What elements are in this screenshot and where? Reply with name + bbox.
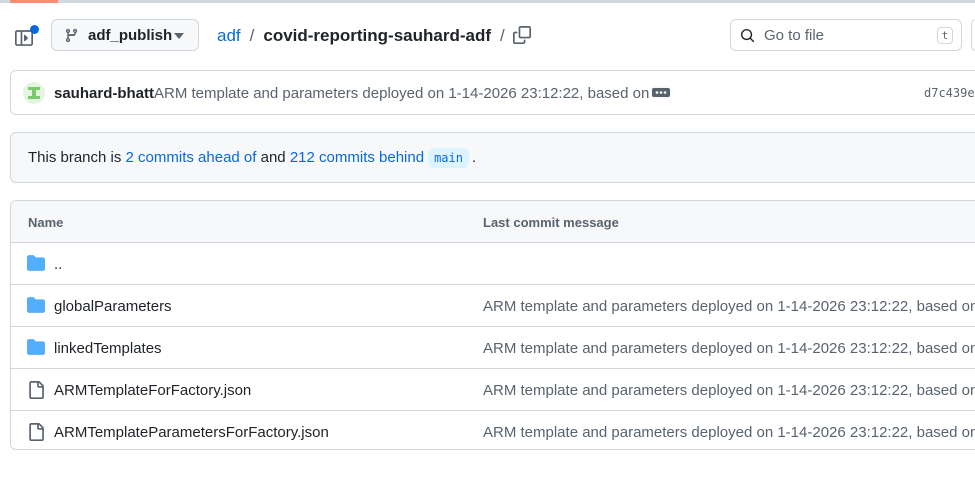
folder-icon	[27, 297, 45, 313]
table-header: Name Last commit message	[11, 201, 975, 243]
search-shortcut-key: t	[937, 27, 953, 44]
file-name-link[interactable]: ARMTemplateForFactory.json	[54, 382, 251, 399]
file-commit-message-link[interactable]: ARM template and parameters deployed on …	[483, 424, 975, 441]
file-icon	[27, 381, 45, 399]
message-column-header: Last commit message	[483, 215, 619, 230]
breadcrumb-separator: /	[249, 26, 255, 45]
table-row[interactable]: ARMTemplateParametersForFactory.json ARM …	[11, 411, 975, 449]
branch-status-suffix: .	[471, 149, 477, 166]
copy-path-button[interactable]	[513, 26, 533, 46]
active-tab-indicator	[10, 0, 58, 3]
branch-status-and: and	[260, 149, 286, 166]
commits-behind-link[interactable]: 212 commits behind	[290, 149, 424, 166]
copy-icon	[513, 26, 531, 44]
file-name-link[interactable]: ARMTemplateParametersForFactory.json	[54, 424, 329, 441]
table-row[interactable]: globalParameters ARM template and paramet…	[11, 285, 975, 327]
caret-down-icon	[174, 33, 184, 39]
identicon-icon	[28, 87, 40, 99]
kebab-horizontal-icon	[652, 88, 670, 97]
expand-file-tree-button[interactable]	[13, 25, 41, 49]
table-row[interactable]: ..	[11, 243, 975, 285]
file-commit-message-link[interactable]: ARM template and parameters deployed on …	[483, 298, 975, 315]
file-commit-message-link[interactable]: ARM template and parameters deployed on …	[483, 340, 975, 357]
latest-commit-box: sauhard-bhatt ARM template and parameter…	[10, 70, 975, 115]
commit-author-link[interactable]: sauhard-bhatt	[54, 85, 154, 102]
commit-message-link[interactable]: ARM template and parameters deployed on …	[154, 85, 666, 102]
name-column-header: Name	[28, 215, 64, 230]
search-placeholder: Go to file	[764, 26, 825, 44]
notification-dot	[30, 25, 39, 34]
avatar[interactable]	[23, 82, 45, 104]
commit-sha-link[interactable]: d7c439e ·	[924, 86, 975, 100]
search-icon	[740, 28, 755, 42]
breadcrumb: adf / covid-reporting-sauhard-adf /	[217, 26, 514, 46]
base-branch-tag[interactable]: main	[428, 147, 469, 168]
git-branch-icon	[65, 28, 78, 42]
file-name-link[interactable]: ..	[54, 256, 62, 273]
folder-icon	[27, 339, 45, 355]
file-icon	[27, 423, 45, 441]
table-row[interactable]: linkedTemplates ARM template and paramete…	[11, 327, 975, 369]
file-name-link[interactable]: linkedTemplates	[54, 340, 162, 357]
go-to-file-search[interactable]: Go to file t	[730, 19, 962, 51]
file-name-link[interactable]: globalParameters	[54, 298, 172, 315]
overflow-button[interactable]	[971, 19, 975, 51]
folder-icon	[27, 255, 45, 271]
branch-name: adf_publish	[88, 26, 173, 44]
breadcrumb-root-link[interactable]: adf	[217, 26, 241, 46]
file-commit-message-link[interactable]: ARM template and parameters deployed on …	[483, 382, 975, 399]
breadcrumb-separator: /	[500, 26, 505, 45]
expand-commit-message-button[interactable]	[651, 86, 671, 99]
top-underline	[0, 0, 975, 3]
branch-status-prefix: This branch is	[28, 149, 122, 166]
file-table: Name Last commit message .. globalParamet…	[10, 200, 975, 450]
commits-ahead-link[interactable]: 2 commits ahead of	[126, 149, 257, 166]
table-row[interactable]: ARMTemplateForFactory.json ARM template a…	[11, 369, 975, 411]
branch-selector-button[interactable]: adf_publish	[51, 19, 199, 51]
breadcrumb-current: covid-reporting-sauhard-adf	[263, 26, 491, 45]
branch-status-banner: This branch is 2 commits ahead of and 21…	[10, 132, 975, 183]
